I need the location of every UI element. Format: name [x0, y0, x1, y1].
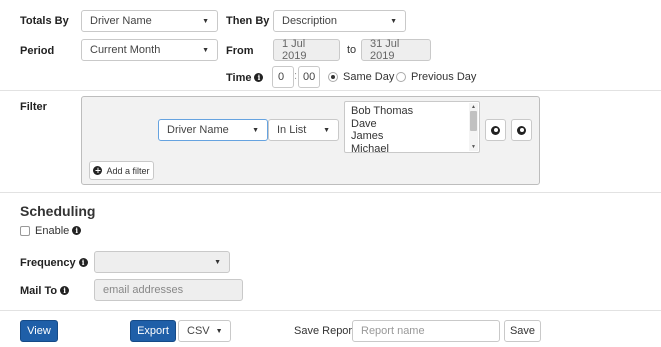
time-minute-value: 00 [303, 71, 316, 83]
list-item[interactable]: Michael [351, 143, 479, 153]
frequency-select[interactable]: ▼ [94, 251, 230, 273]
time-minute-input[interactable]: 00 [298, 66, 320, 88]
circle-icon [491, 125, 500, 135]
period-value: Current Month [90, 44, 161, 56]
plus-icon: + [93, 165, 103, 175]
remove-filter-button[interactable] [511, 119, 532, 141]
then-by-label: Then By [226, 15, 270, 27]
mail-to-placeholder: email addresses [103, 284, 184, 296]
filter-value-list[interactable]: Bob Thomas Dave James Michael ▲ ▼ [344, 101, 480, 153]
scroll-thumb[interactable] [470, 111, 477, 131]
chevron-down-icon: ▼ [323, 126, 330, 134]
report-name-placeholder: Report name [361, 325, 425, 337]
mail-to-label: Mail To i [20, 285, 70, 297]
view-button[interactable]: View [20, 320, 58, 342]
time-label-text: Time [226, 72, 252, 84]
then-by-select[interactable]: Description ▼ [273, 10, 406, 32]
previous-day-radio[interactable] [396, 72, 406, 82]
enable-label-text: Enable [35, 225, 70, 237]
save-report-label: Save Report [294, 325, 356, 337]
chevron-down-icon: ▼ [252, 126, 259, 134]
list-item[interactable]: Bob Thomas [351, 105, 479, 118]
enable-label: Enable i [35, 225, 82, 237]
export-format-select[interactable]: CSV ▼ [178, 320, 231, 342]
totals-by-value: Driver Name [90, 15, 152, 27]
previous-day-label: Previous Day [411, 71, 477, 83]
then-by-value: Description [282, 15, 338, 27]
scheduling-heading: Scheduling [20, 203, 96, 219]
divider [0, 310, 661, 311]
same-day-option[interactable]: Same Day [328, 71, 394, 83]
same-day-label: Same Day [343, 71, 395, 83]
info-icon: i [254, 73, 264, 82]
period-select[interactable]: Current Month ▼ [81, 39, 218, 61]
frequency-label: Frequency i [20, 257, 88, 269]
chevron-down-icon: ▼ [390, 17, 397, 25]
filter-operator-select[interactable]: In List ▼ [268, 119, 339, 141]
period-label: Period [20, 45, 55, 57]
circle-icon [517, 125, 526, 135]
info-icon: i [72, 226, 82, 235]
report-name-input[interactable]: Report name [352, 320, 500, 342]
totals-by-label: Totals By [20, 15, 69, 27]
filter-label: Filter [20, 101, 47, 113]
save-button[interactable]: Save [504, 320, 541, 342]
export-button[interactable]: Export [130, 320, 176, 342]
chevron-down-icon: ▼ [215, 327, 223, 335]
filter-field-select[interactable]: Driver Name ▼ [158, 119, 268, 141]
totals-by-select[interactable]: Driver Name ▼ [81, 10, 218, 32]
time-hour-input[interactable]: 0 [272, 66, 294, 88]
chevron-down-icon: ▼ [202, 17, 209, 25]
add-filter-button[interactable]: + Add a filter [89, 161, 154, 180]
to-date-field[interactable]: 31 Jul 2019 [361, 38, 431, 62]
list-item[interactable]: James [351, 130, 479, 143]
from-date-field[interactable]: 1 Jul 2019 [273, 38, 340, 62]
to-date-value: 31 Jul 2019 [370, 38, 400, 62]
chevron-down-icon: ▼ [202, 46, 209, 54]
list-item[interactable]: Dave [351, 118, 479, 131]
filter-panel: Driver Name ▼ In List ▼ Bob Thomas Dave … [81, 96, 540, 185]
previous-day-option[interactable]: Previous Day [396, 71, 476, 83]
mail-to-label-text: Mail To [20, 285, 58, 297]
export-format-value: CSV [187, 325, 210, 337]
from-date-value: 1 Jul 2019 [282, 38, 307, 62]
filter-operator-value: In List [277, 124, 307, 136]
from-label: From [226, 45, 254, 57]
filter-option-button[interactable] [485, 119, 506, 141]
add-filter-label: Add a filter [106, 165, 150, 176]
same-day-radio[interactable] [328, 72, 338, 82]
divider [0, 90, 661, 91]
mail-to-field[interactable]: email addresses [94, 279, 243, 301]
time-hour-value: 0 [278, 71, 285, 83]
frequency-label-text: Frequency [20, 257, 76, 269]
scroll-down-icon[interactable]: ▼ [469, 143, 478, 151]
scroll-up-icon[interactable]: ▲ [469, 103, 478, 111]
enable-checkbox[interactable] [20, 226, 30, 236]
divider [0, 192, 661, 193]
time-label: Time i [226, 72, 264, 84]
list-scrollbar[interactable]: ▲ ▼ [469, 103, 478, 151]
to-label: to [347, 44, 357, 56]
filter-field-value: Driver Name [167, 124, 229, 136]
info-icon: i [78, 258, 88, 267]
info-icon: i [60, 286, 70, 295]
enable-option[interactable]: Enable i [20, 225, 82, 237]
time-separator: : [294, 70, 298, 82]
chevron-down-icon: ▼ [214, 258, 221, 266]
